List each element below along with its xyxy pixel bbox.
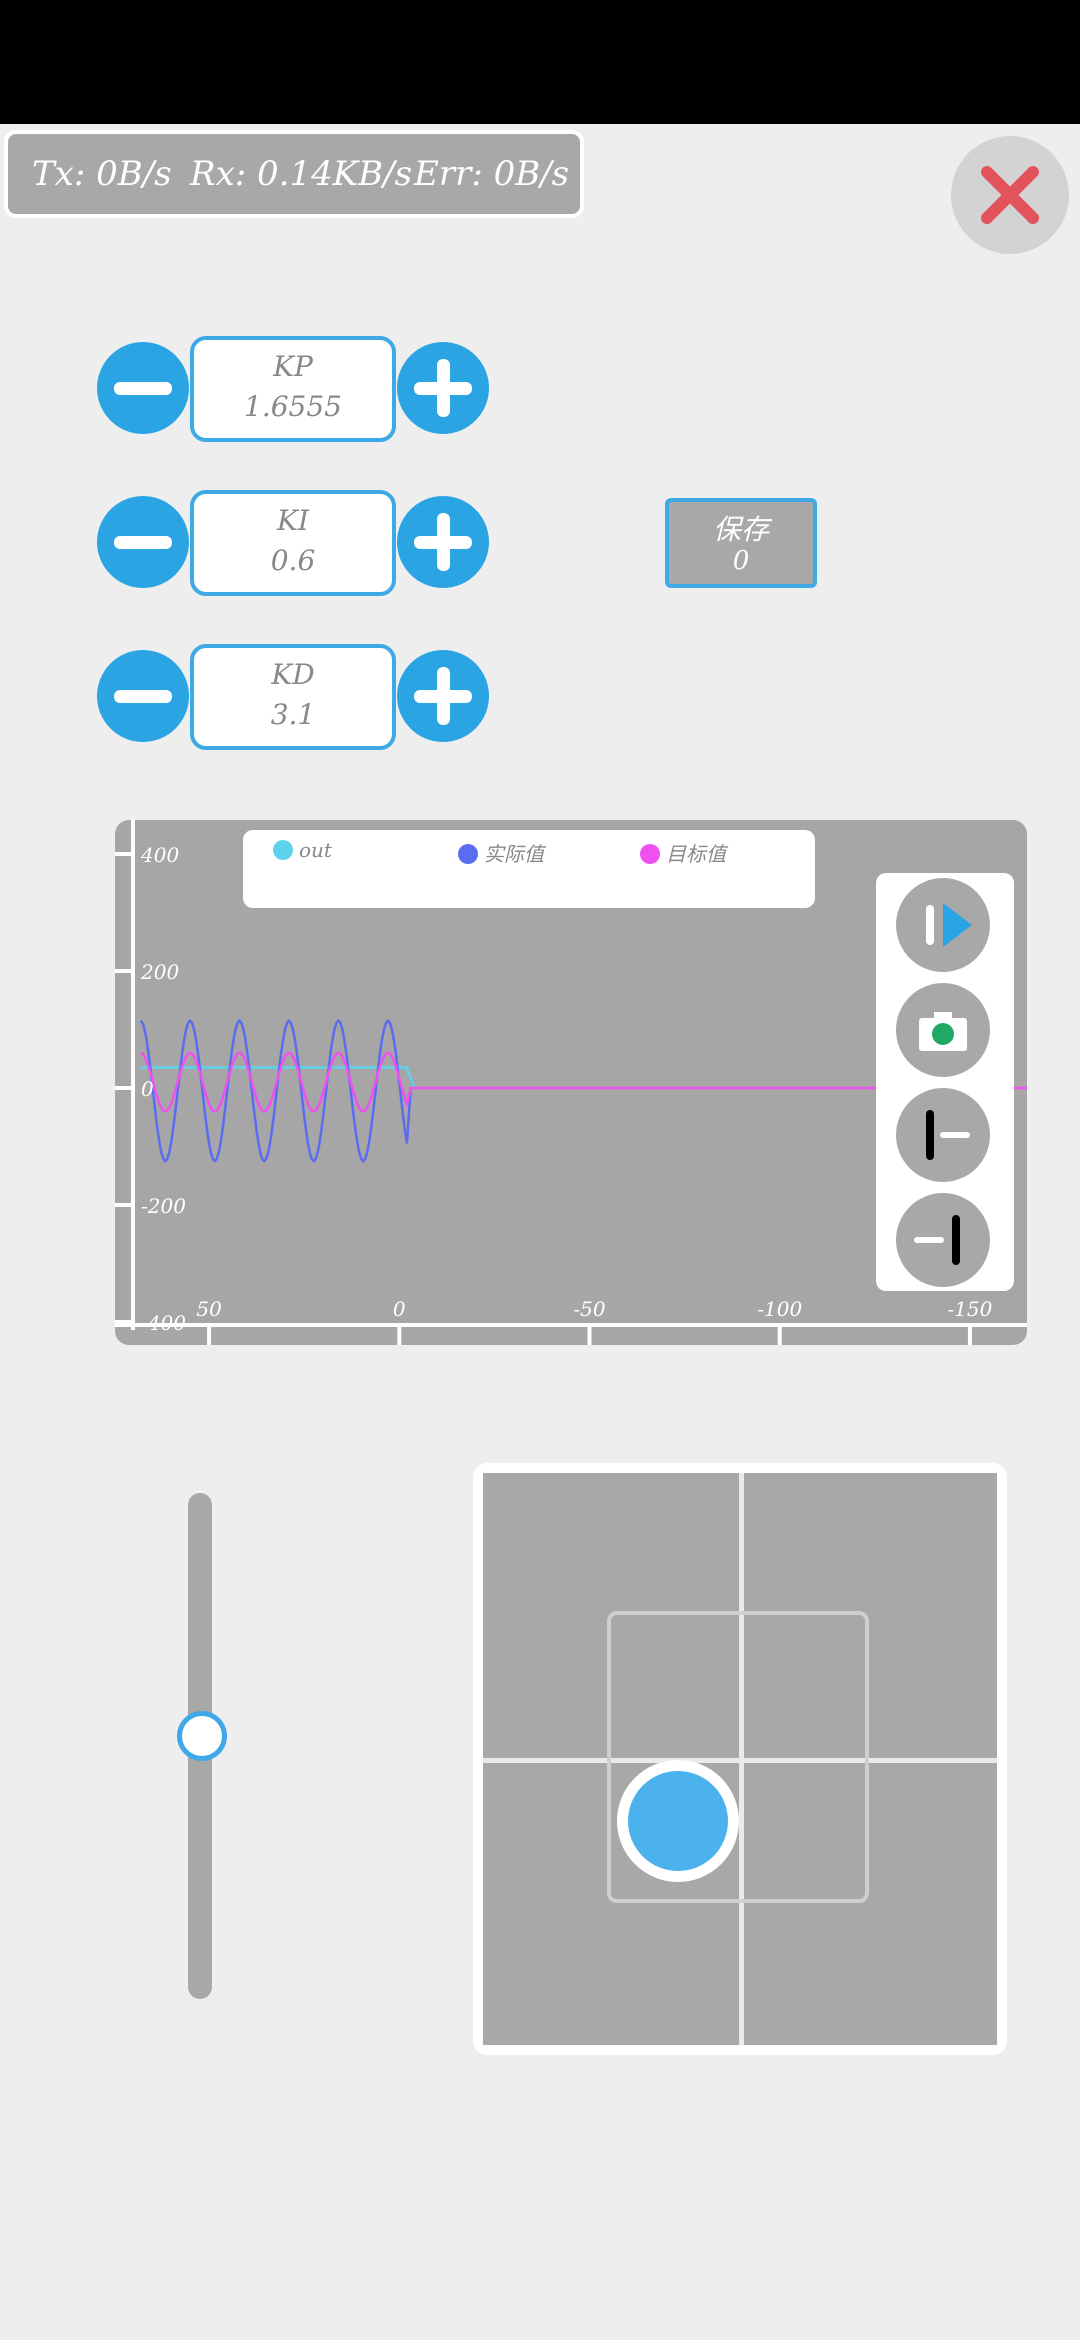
rx-rate: Rx: 0.14KB/s <box>190 154 413 194</box>
close-icon <box>981 166 1039 224</box>
save-label: 保存 <box>712 513 769 546</box>
x-tick-label: 0 <box>393 1297 406 1321</box>
ki-decrease-button[interactable] <box>97 496 189 588</box>
play-button[interactable] <box>896 878 990 972</box>
y-tick-label: 400 <box>140 843 179 867</box>
traffic-stats: Tx: 0B/s Rx: 0.14KB/s Err: 0B/s <box>4 130 584 218</box>
ki-increase-button[interactable] <box>397 496 489 588</box>
y-tick-label: -400 <box>141 1311 186 1335</box>
err-rate: Err: 0B/s <box>414 154 570 194</box>
joystick-pad[interactable] <box>473 1463 1007 2055</box>
kp-field[interactable]: KP 1.6555 <box>190 336 396 442</box>
minus-icon <box>114 690 172 703</box>
status-bar <box>0 0 1080 124</box>
screenshot-button[interactable] <box>896 983 990 1077</box>
ki-value: 0.6 <box>270 544 316 577</box>
legend-item-target: 目标值 <box>640 838 726 867</box>
right-bound-button[interactable] <box>896 1193 990 1287</box>
kd-field[interactable]: KD 3.1 <box>190 644 396 750</box>
y-tick-label: 0 <box>141 1077 154 1101</box>
series-actual-line <box>139 1018 412 1163</box>
chart-toolbar <box>876 873 1014 1291</box>
minus-icon <box>114 382 172 395</box>
kd-label: KD <box>271 658 315 691</box>
y-tick-label: 200 <box>140 960 179 984</box>
kp-label: KP <box>273 350 313 383</box>
legend-label: 实际值 <box>484 842 544 866</box>
kd-decrease-button[interactable] <box>97 650 189 742</box>
x-tick-label: -100 <box>757 1297 802 1321</box>
slider-thumb[interactable] <box>177 1711 227 1761</box>
kp-decrease-button[interactable] <box>97 342 189 434</box>
camera-icon <box>919 1012 967 1051</box>
ki-field[interactable]: KI 0.6 <box>190 490 396 596</box>
play-icon <box>926 903 972 947</box>
legend-dot <box>273 840 293 860</box>
joystick-knob[interactable] <box>617 1760 739 1882</box>
kp-value: 1.6555 <box>244 390 342 423</box>
legend-dot <box>640 844 660 864</box>
tx-rate: Tx: 0B/s <box>32 154 172 194</box>
legend-item-actual: 实际值 <box>458 838 544 867</box>
left-bracket-icon <box>926 1110 970 1160</box>
kd-increase-button[interactable] <box>397 650 489 742</box>
right-bracket-icon <box>914 1215 960 1265</box>
legend-label: 目标值 <box>666 842 726 866</box>
left-bound-button[interactable] <box>896 1088 990 1182</box>
plus-icon <box>414 359 472 417</box>
minus-icon <box>114 536 172 549</box>
plus-icon <box>414 513 472 571</box>
ki-label: KI <box>277 504 309 537</box>
x-tick-label: -50 <box>573 1297 605 1321</box>
save-button[interactable]: 保存 0 <box>665 498 817 588</box>
kp-increase-button[interactable] <box>397 342 489 434</box>
y-tick-label: -200 <box>141 1194 186 1218</box>
legend-label: out <box>299 838 332 862</box>
x-tick-label: -150 <box>947 1297 992 1321</box>
plus-icon <box>414 667 472 725</box>
chart-legend: out 实际值 目标值 <box>243 830 815 908</box>
x-tick-label: 50 <box>196 1297 222 1321</box>
legend-item-out: out <box>273 838 332 862</box>
legend-dot <box>458 844 478 864</box>
close-button[interactable] <box>951 136 1069 254</box>
kd-value: 3.1 <box>270 698 316 731</box>
save-value: 0 <box>732 546 750 576</box>
waveform-chart[interactable]: 400 200 0 -200 -400 50 0 -50 -100 -150 out 实际值 目标… <box>115 820 1027 1345</box>
